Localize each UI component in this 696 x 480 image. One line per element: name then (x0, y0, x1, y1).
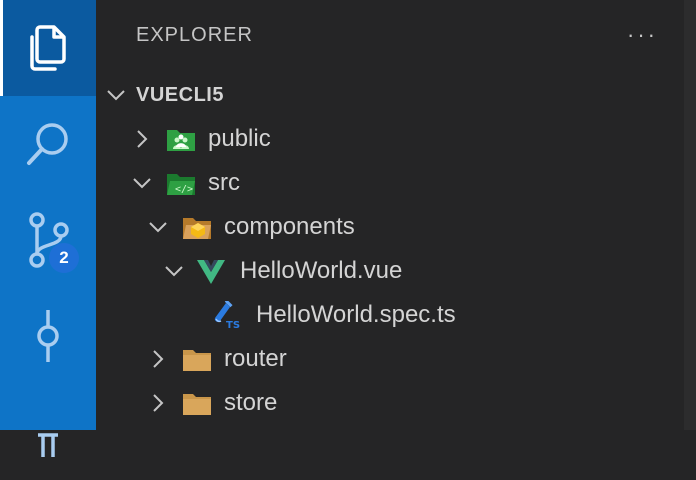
chevron-right-icon (137, 130, 148, 148)
pi-icon (38, 433, 58, 457)
search-icon (27, 123, 68, 165)
workspace-label: VUECLI5 (136, 84, 224, 106)
testing-activity[interactable] (0, 384, 96, 480)
chevron-down-icon (133, 178, 151, 189)
chevron-right-icon (153, 350, 164, 368)
activity-bar: 2 (0, 0, 96, 457)
tree-item-label: router (224, 345, 287, 372)
tree-item-label: store (224, 389, 278, 416)
test-ts-file-icon: TS (214, 301, 240, 329)
tree-item-label: src (208, 169, 240, 196)
tree-root[interactable]: VUECLI5 (96, 73, 684, 117)
timeline-activity[interactable] (0, 288, 96, 384)
source-control-activity[interactable] (0, 192, 96, 288)
tree-item-helloworld-vue[interactable]: HelloWorld.vue (96, 249, 684, 293)
tree-item-helloworld-spec[interactable]: TS HelloWorld.spec.ts (96, 293, 684, 337)
chevron-down-icon (149, 222, 167, 233)
search-activity[interactable] (0, 96, 96, 192)
tree-item-label: public (208, 125, 271, 152)
svg-text:</>: </> (175, 184, 193, 195)
tree-item-src[interactable]: </> src (96, 161, 684, 205)
folder-icon (183, 350, 211, 371)
folder-public-icon (167, 130, 195, 151)
tree-item-components[interactable]: components (96, 205, 684, 249)
folder-components-open-icon (183, 218, 211, 239)
tree-item-label: components (224, 213, 355, 240)
folder-icon (183, 394, 211, 415)
files-icon (30, 25, 66, 71)
chevron-down-icon (107, 90, 125, 101)
sidebar-title: EXPLORER (136, 24, 253, 46)
tree-item-store[interactable]: store (96, 381, 684, 425)
explorer-sidebar: EXPLORER ··· VUECLI5 public </> src comp… (96, 0, 696, 430)
explorer-activity[interactable] (0, 0, 96, 96)
folder-src-open-icon: </> (167, 174, 195, 195)
git-commit-icon (37, 310, 59, 362)
svg-text:TS: TS (226, 320, 240, 329)
tree-item-label: HelloWorld.vue (240, 257, 403, 284)
scm-badge: 2 (49, 243, 79, 273)
tree-item-router[interactable]: router (96, 337, 684, 381)
vue-file-icon (197, 260, 225, 284)
chevron-down-icon (165, 266, 183, 277)
scrollbar[interactable] (684, 0, 696, 430)
chevron-right-icon (153, 394, 164, 412)
tree-item-label: HelloWorld.spec.ts (256, 301, 456, 328)
more-actions-button[interactable]: ··· (627, 22, 658, 48)
tree-item-public[interactable]: public (96, 117, 684, 161)
